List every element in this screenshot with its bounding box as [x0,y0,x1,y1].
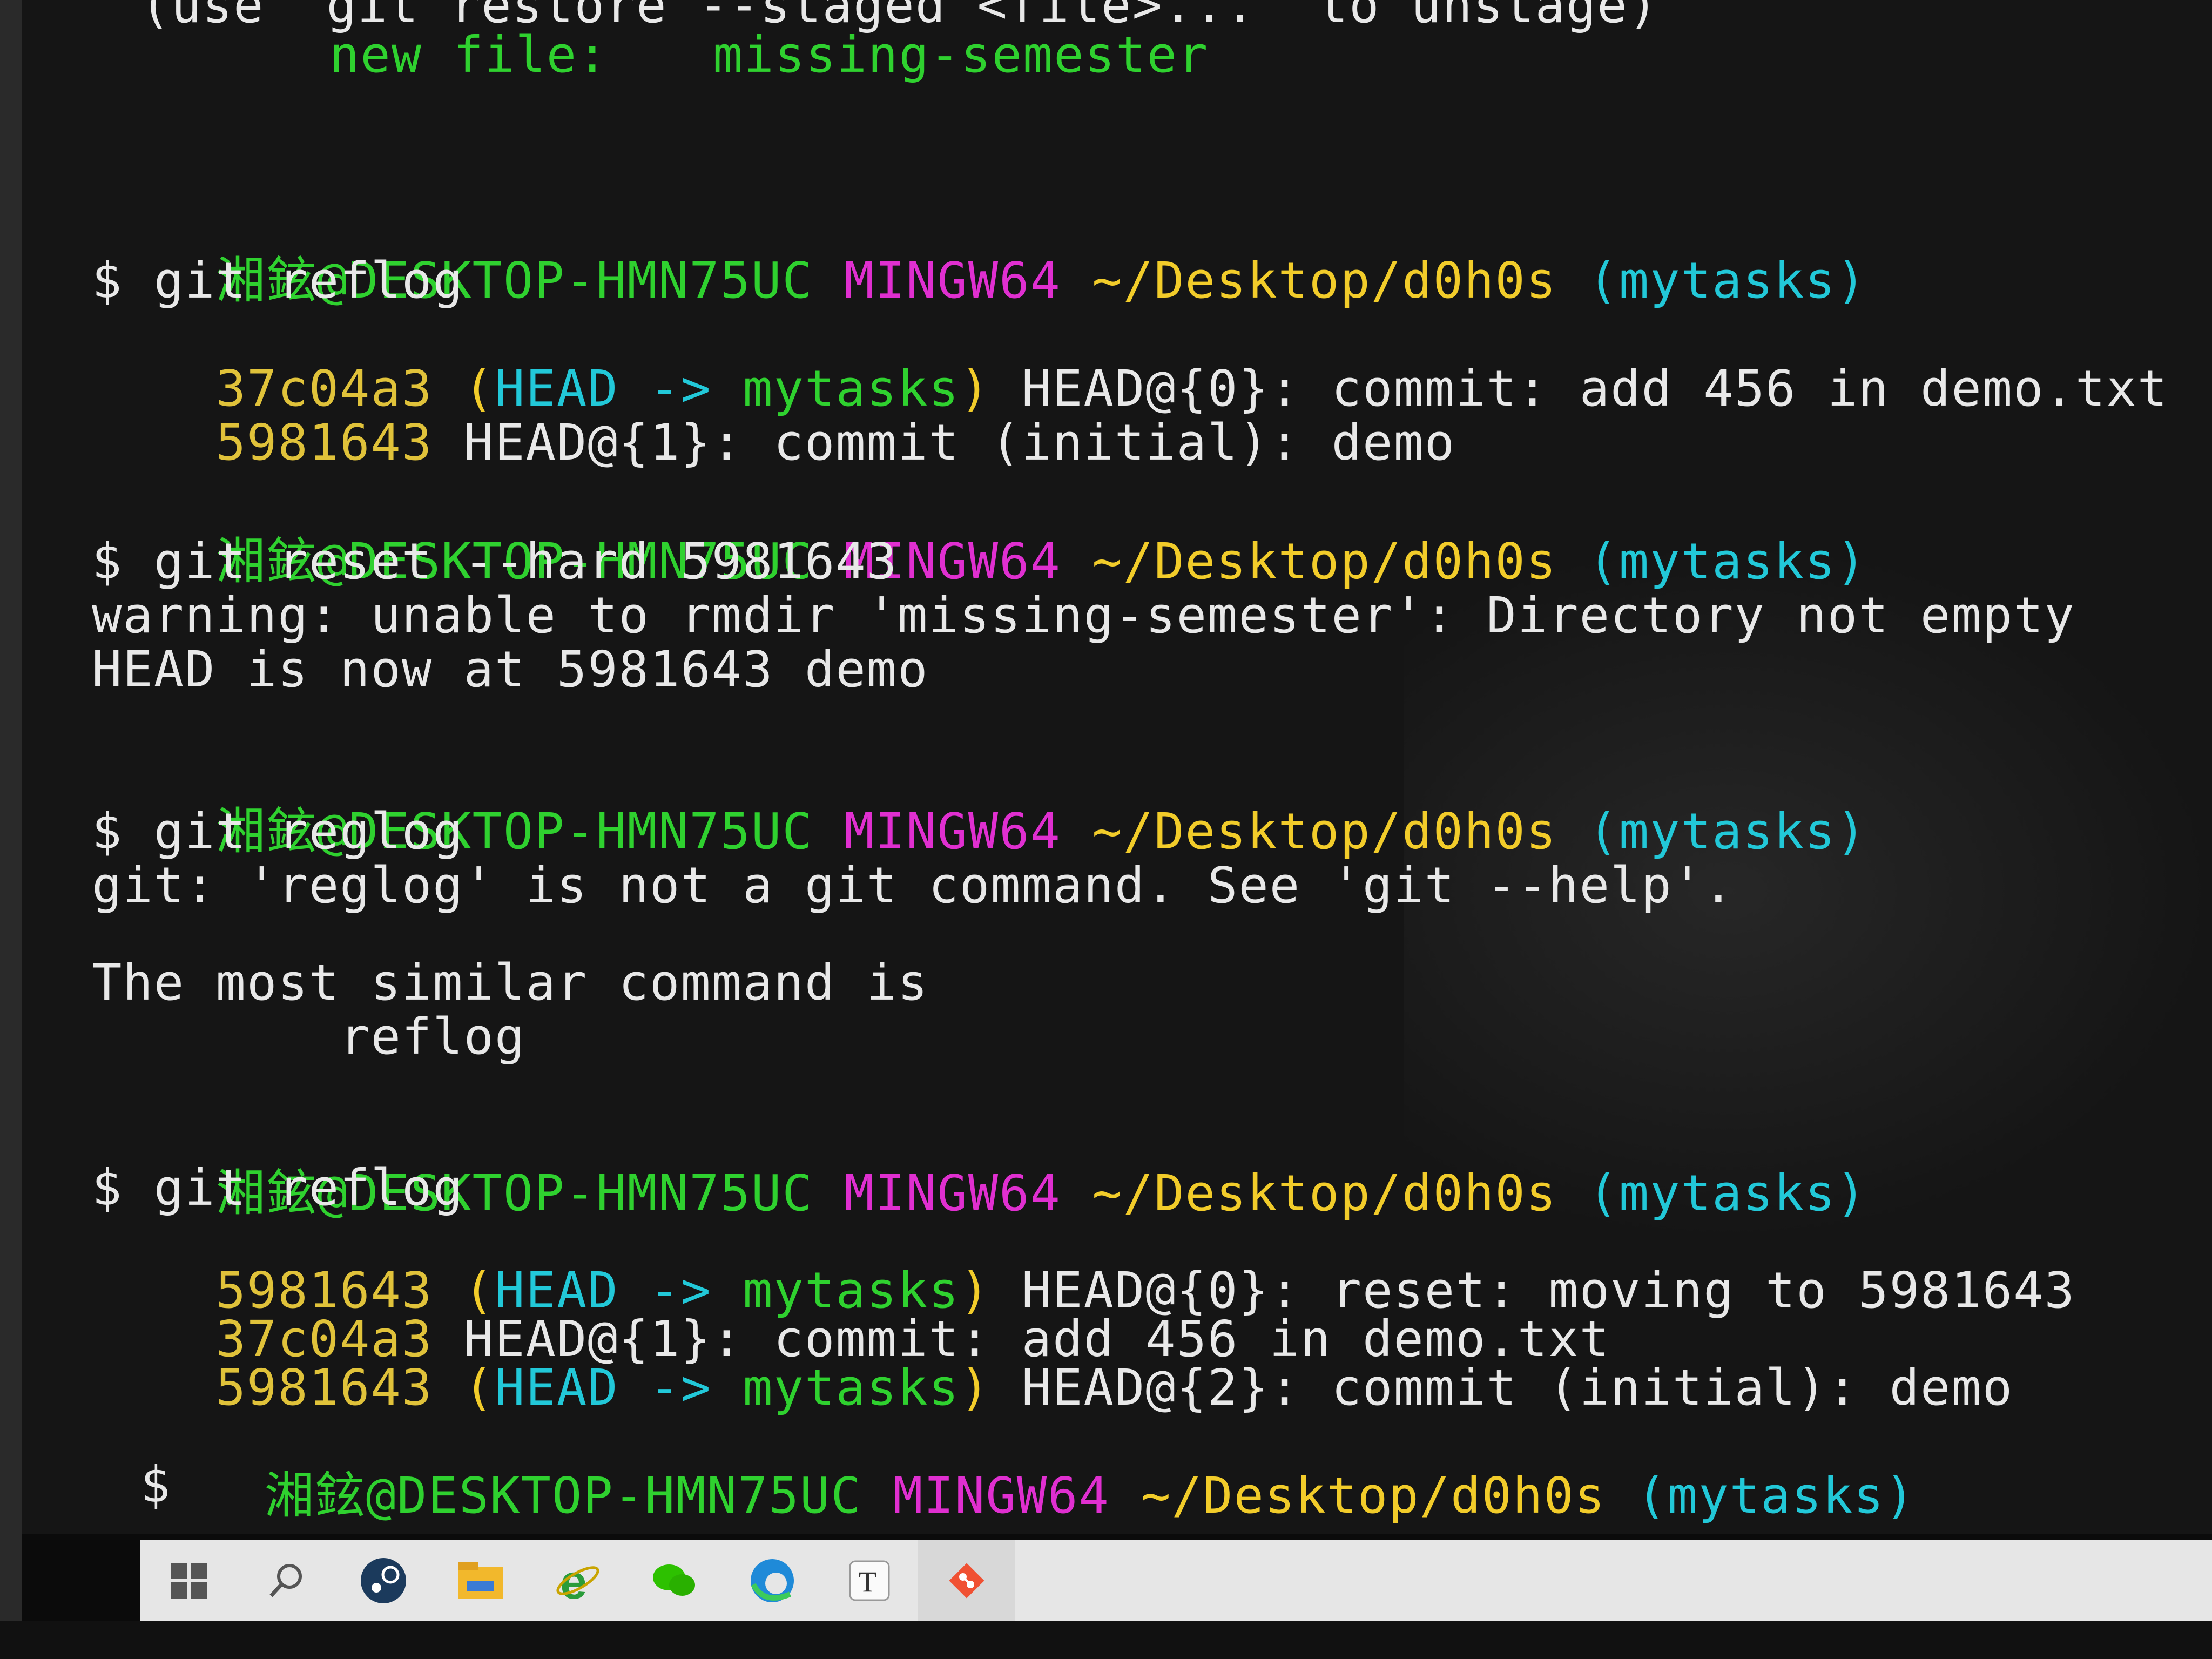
prompt-branch: (mytasks) [1588,532,1867,590]
commit-hash: 5981643 [215,1359,433,1417]
command-line: $ git reset --hard 5981643 [92,532,898,590]
terminal-window[interactable]: (use "git restore --staged <file>..." to… [0,0,2212,1534]
prompt-env: MINGW64 [844,802,1061,860]
status-new-file-path: missing-semester [713,26,1209,84]
svg-text:T: T [859,1566,876,1598]
ref-branch: mytasks [743,1359,960,1417]
prompt-path: ~/Desktop/d0h0s [1092,802,1557,860]
prompt-branch: (mytasks) [1588,252,1867,309]
output-line: reflog [92,1008,526,1065]
command-line: $ git reflog [92,1159,464,1217]
prompt-branch: (mytasks) [1636,1467,1916,1525]
output-line: HEAD is now at 5981643 demo [92,640,929,698]
git-icon[interactable] [918,1540,1015,1621]
windows-start-icon[interactable] [140,1540,238,1621]
file-explorer-icon[interactable] [432,1540,529,1621]
steam-icon[interactable] [335,1540,432,1621]
prompt-path: ~/Desktop/d0h0s [1092,252,1557,309]
edge-icon[interactable] [724,1540,821,1621]
prompt-env: MINGW64 [893,1467,1110,1525]
search-icon[interactable] [238,1540,335,1621]
command-input-line[interactable]: $ [140,1458,171,1512]
wechat-icon[interactable] [626,1540,724,1621]
output-line: The most similar command is [92,954,929,1011]
reflog-text: HEAD@{2}: commit (initial): demo [1021,1359,2014,1417]
prompt-env: MINGW64 [844,252,1061,309]
screen-bezel [0,0,22,1659]
prompt-path: ~/Desktop/d0h0s [1141,1467,1606,1525]
typora-icon[interactable]: T [821,1540,918,1621]
prompt-user: 湘鉉@DESKTOP-HMN75UC [264,1467,862,1525]
command-line: $ git reflog [92,252,464,309]
commit-hash: 5981643 [215,414,433,471]
command-line: $ git reglog [92,802,464,860]
internet-explorer-icon[interactable]: e [529,1540,626,1621]
ref-open: ( [463,1359,495,1417]
reflog-text: HEAD@{1}: commit (initial): demo [463,414,1456,471]
prompt-line: 湘鉉@DESKTOP-HMN75UC MINGW64 ~/Desktop/d0h… [140,1415,1916,1534]
ref-head: HEAD [495,1359,619,1417]
status-new-file-label: new file: [329,26,609,84]
prompt-path: ~/Desktop/d0h0s [1092,532,1557,590]
prompt-branch: (mytasks) [1588,802,1867,860]
taskbar: e T [140,1540,2212,1621]
output-line: warning: unable to rmdir 'missing-semest… [92,586,2075,644]
ref-arrow: -> [650,1359,712,1417]
screen-bottom-bezel [0,1621,2212,1659]
ref-close: ) [959,1359,991,1417]
output-line: git: 'reglog' is not a git command. See … [92,857,1735,914]
